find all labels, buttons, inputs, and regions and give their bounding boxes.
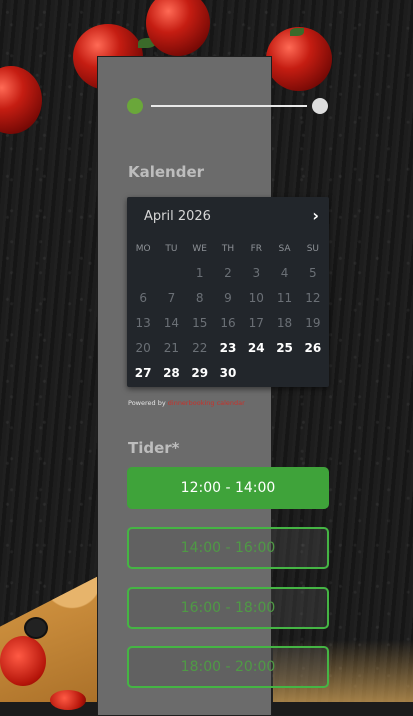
calendar-day: 12 — [305, 291, 321, 305]
powered-by-note: Powered by dinnerbooking calendar — [128, 399, 245, 407]
calendar-day: 1 — [195, 266, 204, 280]
calendar-day[interactable]: 25 — [270, 336, 298, 361]
calendar-day[interactable]: 28 — [157, 361, 185, 386]
calendar-day: 9 — [224, 291, 232, 305]
calendar-day[interactable]: 26 — [299, 336, 327, 361]
calendar-day: 2 — [224, 266, 232, 280]
calendar-month-label: April 2026 — [144, 209, 211, 224]
step-1-indicator — [127, 98, 143, 114]
calendar-section-title: Kalender — [128, 163, 205, 181]
step-2-indicator — [312, 98, 328, 114]
calendar-day: 10 — [248, 291, 264, 305]
tomato-slice-decoration — [0, 636, 46, 686]
calendar-day[interactable]: 27 — [129, 361, 157, 386]
weekday-header: MO TU WE TH FR SA SU — [129, 243, 327, 255]
calendar-day: 15 — [192, 316, 208, 330]
calendar-day: 20 — [135, 341, 151, 355]
calendar-widget: April 2026 › MO TU WE TH FR SA SU 123456… — [127, 197, 329, 387]
calendar-day[interactable]: 30 — [214, 361, 242, 386]
calendar-day: 7 — [167, 291, 176, 305]
time-slot-button[interactable]: 16:00 - 18:00 — [127, 587, 329, 629]
calendar-day: 5 — [309, 266, 317, 280]
calendar-day: 19 — [305, 316, 321, 330]
next-month-button[interactable]: › — [312, 206, 319, 225]
calendar-day: 11 — [276, 291, 293, 305]
calendar-day: 22 — [192, 341, 208, 355]
calendar-day: 17 — [248, 316, 264, 330]
calendar-day: 13 — [135, 316, 151, 330]
powered-by-prefix: Powered by — [128, 399, 166, 407]
weekday-label: WE — [192, 244, 207, 254]
leaf-decoration — [290, 28, 304, 36]
calendar-day: 18 — [276, 316, 293, 330]
calendar-days-grid: 1 2 3 4 5 6 7 8 9 10 11 12 13 14 15 16 17 18 19 20 21 22 23 24 2… — [129, 261, 327, 386]
tomato-slice-decoration — [50, 690, 86, 710]
calendar-day: 14 — [163, 316, 180, 330]
calendar-empty-cell — [129, 261, 157, 286]
calendar-day[interactable]: 24 — [242, 336, 270, 361]
step-connector — [151, 105, 307, 107]
time-slot-button[interactable]: 18:00 - 20:00 — [127, 646, 329, 688]
weekday-label: FR — [250, 244, 262, 254]
weekday-label: TH — [221, 244, 235, 254]
step-progress — [127, 97, 329, 115]
weekday-label: TU — [165, 244, 178, 254]
calendar-day[interactable]: 23 — [214, 336, 242, 361]
tomato-decoration — [266, 27, 332, 91]
calendar-day: 6 — [139, 291, 147, 305]
calendar-day: 8 — [195, 291, 204, 305]
weekday-label: SU — [306, 244, 319, 254]
calendar-day: 3 — [252, 266, 261, 280]
weekday-label: SA — [278, 244, 291, 254]
calendar-day: 4 — [280, 266, 289, 280]
times-section-title: Tider* — [128, 439, 180, 457]
calendar-empty-cell — [157, 261, 185, 286]
olive-decoration — [24, 617, 48, 639]
time-slot-button[interactable]: 14:00 - 16:00 — [127, 527, 329, 569]
weekday-label: MO — [135, 244, 151, 254]
calendar-day: 16 — [220, 316, 236, 330]
time-slot-button[interactable]: 12:00 - 14:00 — [127, 467, 329, 509]
calendar-day: 21 — [163, 341, 180, 355]
calendar-day[interactable]: 29 — [186, 361, 214, 386]
powered-by-brand-link[interactable]: dinnerbooking calendar — [168, 399, 245, 407]
